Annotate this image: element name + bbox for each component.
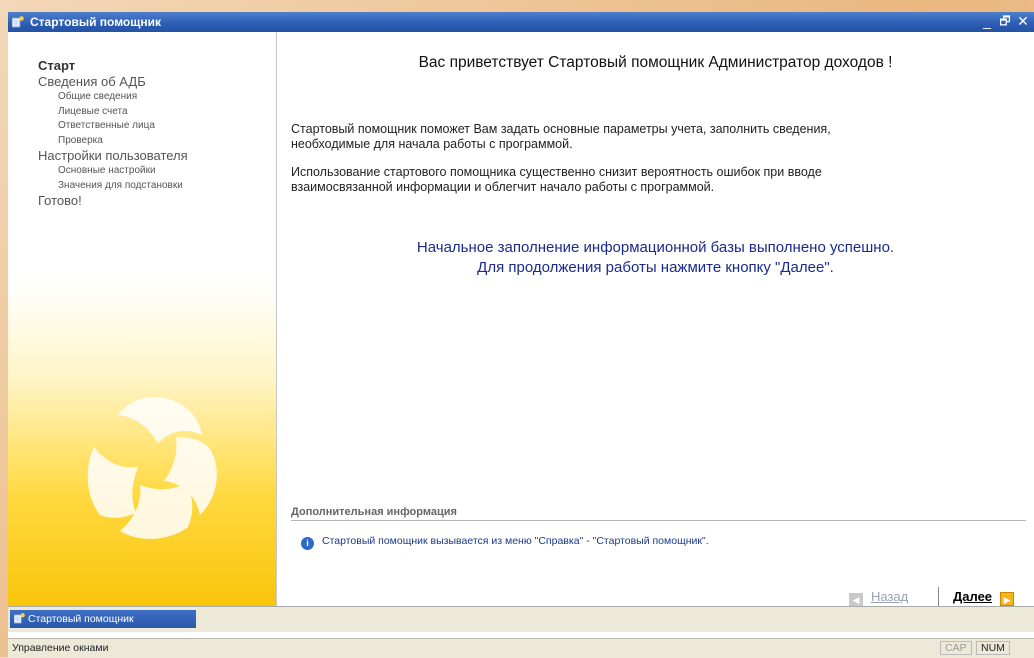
success-message: Начальное заполнение информационной базы…	[277, 238, 1034, 278]
additional-info-row: i Стартовый помощник вызывается из меню "…	[301, 535, 709, 550]
step-accounts[interactable]: Лицевые счета	[38, 105, 188, 120]
success-line-2: Для продолжения работы нажмите кнопку "Д…	[477, 259, 834, 276]
steps-nav: Старт Сведения об АДБ Общие сведения Лиц…	[38, 58, 188, 209]
step-responsible[interactable]: Ответственные лица	[38, 119, 188, 134]
success-line-1: Начальное заполнение информационной базы…	[416, 239, 895, 256]
additional-info-text: Стартовый помощник вызывается из меню "С…	[322, 535, 709, 547]
step-check[interactable]: Проверка	[38, 134, 188, 149]
step-user-settings[interactable]: Настройки пользователя	[38, 148, 188, 164]
back-button[interactable]: ◀ Назад	[849, 589, 908, 607]
status-text: Управление окнами	[12, 642, 109, 654]
num-indicator: NUM	[976, 641, 1010, 655]
minimize-icon[interactable]: _	[980, 14, 994, 28]
taskbar-wizard-button[interactable]: Стартовый помощник	[10, 610, 196, 628]
info-icon: i	[301, 537, 314, 550]
window-taskbar: Стартовый помощник	[8, 606, 1034, 632]
step-start[interactable]: Старт	[38, 58, 188, 74]
status-bar: Управление окнами CAP NUM	[8, 638, 1034, 658]
step-substitution-values[interactable]: Значения для подстановки	[38, 179, 188, 194]
taskbar-button-label: Стартовый помощник	[28, 613, 134, 625]
intro-2-line-1: Использование стартового помощника сущес…	[291, 165, 822, 179]
next-label: Далее	[953, 589, 993, 604]
restore-icon[interactable]: 🗗	[998, 14, 1012, 28]
arrow-right-icon: ▶	[1000, 592, 1015, 606]
1c-logo-icon	[87, 397, 217, 539]
welcome-heading: Вас приветствует Стартовый помощник Адми…	[418, 54, 893, 71]
intro-2-line-2: взаимосвязанной информации и облегчит на…	[291, 180, 715, 194]
cap-indicator: CAP	[940, 641, 972, 655]
next-button[interactable]: Далее ▶	[953, 589, 1015, 606]
app-icon	[12, 16, 24, 28]
back-label: Назад	[871, 589, 909, 604]
wizard-content: Вас приветствует Стартовый помощник Адми…	[277, 32, 1034, 626]
window-title: Стартовый помощник	[30, 15, 161, 29]
close-icon[interactable]: ✕	[1016, 14, 1030, 28]
intro-paragraph-2: Использование стартового помощника сущес…	[291, 165, 1021, 195]
step-adb-info[interactable]: Сведения об АДБ	[38, 74, 188, 90]
intro-1-line-1: Стартовый помощник поможет Вам задать ос…	[291, 122, 831, 136]
arrow-left-icon: ◀	[849, 593, 863, 607]
title-bar[interactable]: Стартовый помощник _ 🗗 ✕	[8, 12, 1034, 32]
additional-info-header: Дополнительная информация	[291, 506, 1026, 521]
app-icon	[14, 613, 25, 624]
step-main-settings[interactable]: Основные настройки	[38, 164, 188, 179]
wizard-window: Стартовый помощник _ 🗗 ✕ Старт Сведения …	[8, 12, 1034, 658]
button-separator	[938, 587, 939, 607]
step-done[interactable]: Готово!	[38, 193, 188, 209]
wizard-sidebar: Старт Сведения об АДБ Общие сведения Лиц…	[8, 32, 277, 626]
intro-1-line-2: необходимые для начала работы с программ…	[291, 137, 573, 151]
intro-paragraph-1: Стартовый помощник поможет Вам задать ос…	[291, 122, 1021, 152]
step-general-info[interactable]: Общие сведения	[38, 90, 188, 105]
